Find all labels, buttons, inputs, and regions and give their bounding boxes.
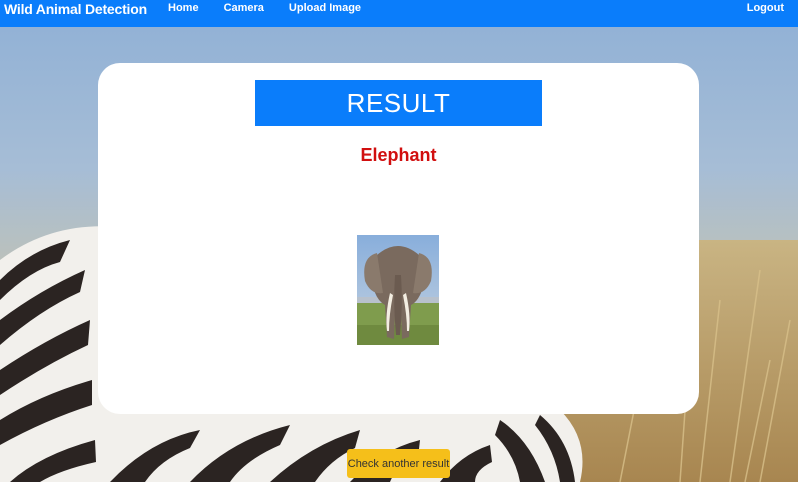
brand-title[interactable]: Wild Animal Detection [4, 0, 147, 27]
detected-animal-name: Elephant [360, 145, 437, 165]
nav-camera-link[interactable]: Camera [224, 2, 264, 14]
nav-links: Home Camera Upload Image [168, 2, 386, 14]
nav-home-link[interactable]: Home [168, 2, 199, 14]
nav-upload-image-link[interactable]: Upload Image [289, 2, 361, 14]
detected-animal-photo [357, 235, 439, 345]
navbar: Wild Animal Detection Home Camera Upload… [0, 0, 798, 27]
result-card: RESULT Elephant [98, 63, 699, 414]
result-heading: RESULT [255, 80, 542, 126]
check-another-result-button[interactable]: Check another result [347, 449, 450, 478]
logout-link[interactable]: Logout [747, 2, 784, 14]
